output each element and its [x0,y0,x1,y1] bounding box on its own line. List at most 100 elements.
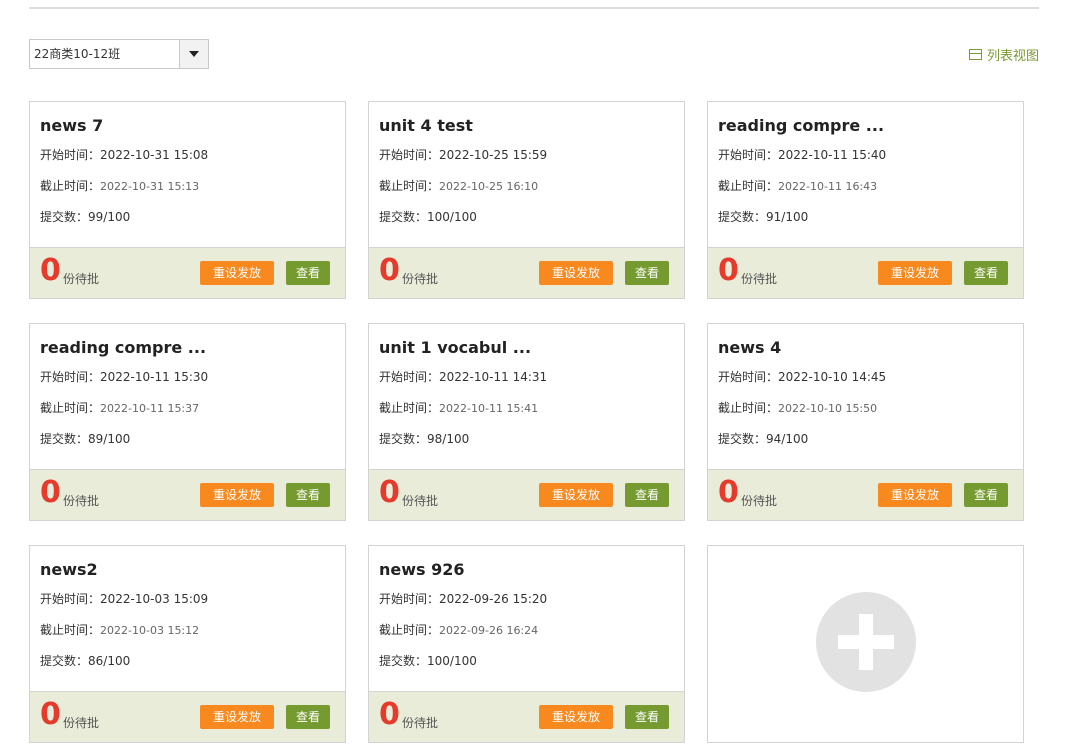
end-time-row: 截止时间：2022-10-31 15:13 [40,177,199,194]
start-time-label: 开始时间： [379,370,440,384]
end-time-label: 截止时间： [718,401,779,415]
pending-label: 份待批 [402,494,439,508]
submission-count-value: 86/100 [88,654,131,668]
reset-distribution-button[interactable]: 重设发放 [539,261,613,285]
end-time-value: 2022-10-11 15:37 [100,402,200,415]
view-button[interactable]: 查看 [625,261,669,285]
card-footer: 0 份待批 重设发放 查看 [369,469,684,520]
view-button[interactable]: 查看 [964,483,1008,507]
start-time-label: 开始时间： [718,370,779,384]
pending-count: 0 [379,697,400,732]
card-title[interactable]: unit 1 vocabul ... [379,338,531,357]
start-time-value: 2022-10-11 15:40 [778,148,887,162]
view-button[interactable]: 查看 [625,705,669,729]
start-time-row: 开始时间：2022-09-26 15:20 [379,590,547,607]
submission-count-label: 提交数： [40,432,89,446]
reset-distribution-button[interactable]: 重设发放 [539,483,613,507]
end-time-row: 截止时间：2022-10-11 16:43 [718,177,877,194]
assignment-card: reading compre ... 开始时间：2022-10-11 15:30… [29,323,346,521]
submission-count-row: 提交数：100/100 [379,208,477,225]
start-time-row: 开始时间：2022-10-25 15:59 [379,146,547,163]
reset-distribution-button[interactable]: 重设发放 [878,261,952,285]
submission-count-value: 99/100 [88,210,131,224]
start-time-row: 开始时间：2022-10-10 14:45 [718,368,886,385]
view-button[interactable]: 查看 [625,483,669,507]
end-time-row: 截止时间：2022-09-26 16:24 [379,621,538,638]
end-time-label: 截止时间： [40,179,101,193]
start-time-row: 开始时间：2022-10-31 15:08 [40,146,208,163]
start-time-label: 开始时间： [718,148,779,162]
submission-count-label: 提交数： [718,432,767,446]
start-time-label: 开始时间： [379,148,440,162]
list-view-link[interactable]: 列表视图 [968,45,1039,64]
add-assignment-card[interactable] [707,545,1024,743]
end-time-value: 2022-10-11 15:41 [439,402,539,415]
card-title[interactable]: news2 [40,560,98,579]
pending-label: 份待批 [402,272,439,286]
start-time-label: 开始时间： [40,592,101,606]
reset-distribution-button[interactable]: 重设发放 [200,483,274,507]
submission-count-label: 提交数： [40,210,89,224]
end-time-value: 2022-10-31 15:13 [100,180,200,193]
submission-count-label: 提交数： [379,432,428,446]
assignment-card: news 926 开始时间：2022-09-26 15:20 截止时间：2022… [368,545,685,743]
start-time-value: 2022-10-10 14:45 [778,370,887,384]
start-time-value: 2022-10-11 14:31 [439,370,548,384]
start-time-row: 开始时间：2022-10-03 15:09 [40,590,208,607]
card-title[interactable]: reading compre ... [40,338,206,357]
list-view-icon [968,48,982,60]
class-select-value: 22商类10-12班 [34,47,121,61]
triangle-down-icon [189,51,199,57]
reset-distribution-button[interactable]: 重设发放 [200,261,274,285]
view-button[interactable]: 查看 [286,705,330,729]
pending-label: 份待批 [741,272,778,286]
card-footer: 0 份待批 重设发放 查看 [369,691,684,742]
start-time-row: 开始时间：2022-10-11 15:30 [40,368,208,385]
card-footer: 0 份待批 重设发放 查看 [708,247,1023,298]
submission-count-label: 提交数： [718,210,767,224]
pending-count: 0 [379,253,400,288]
start-time-label: 开始时间： [40,148,101,162]
card-title[interactable]: unit 4 test [379,116,473,135]
pending-count: 0 [40,475,61,510]
card-title[interactable]: news 4 [718,338,781,357]
assignment-card: news2 开始时间：2022-10-03 15:09 截止时间：2022-10… [29,545,346,743]
end-time-label: 截止时间： [379,179,440,193]
pending-label: 份待批 [741,494,778,508]
pending-label: 份待批 [63,494,100,508]
reset-distribution-button[interactable]: 重设发放 [539,705,613,729]
view-button[interactable]: 查看 [286,261,330,285]
submission-count-value: 91/100 [766,210,809,224]
dropdown-arrow-button[interactable] [179,40,208,68]
start-time-row: 开始时间：2022-10-11 14:31 [379,368,547,385]
list-view-label: 列表视图 [986,48,1039,64]
end-time-label: 截止时间： [379,401,440,415]
start-time-value: 2022-10-03 15:09 [100,592,209,606]
class-select[interactable]: 22商类10-12班 [29,39,209,69]
reset-distribution-button[interactable]: 重设发放 [200,705,274,729]
start-time-value: 2022-10-25 15:59 [439,148,548,162]
end-time-value: 2022-09-26 16:24 [439,624,539,637]
end-time-row: 截止时间：2022-10-25 16:10 [379,177,538,194]
end-time-row: 截止时间：2022-10-11 15:41 [379,399,538,416]
card-footer: 0 份待批 重设发放 查看 [369,247,684,298]
pending-count: 0 [718,253,739,288]
assignment-card: news 7 开始时间：2022-10-31 15:08 截止时间：2022-1… [29,101,346,299]
view-button[interactable]: 查看 [964,261,1008,285]
start-time-label: 开始时间： [40,370,101,384]
end-time-label: 截止时间： [40,401,101,415]
submission-count-label: 提交数： [379,654,428,668]
assignment-card: unit 4 test 开始时间：2022-10-25 15:59 截止时间：2… [368,101,685,299]
reset-distribution-button[interactable]: 重设发放 [878,483,952,507]
view-button[interactable]: 查看 [286,483,330,507]
card-title[interactable]: news 7 [40,116,103,135]
end-time-row: 截止时间：2022-10-10 15:50 [718,399,877,416]
card-footer: 0 份待批 重设发放 查看 [30,469,345,520]
card-title[interactable]: news 926 [379,560,465,579]
submission-count-value: 98/100 [427,432,470,446]
end-time-value: 2022-10-10 15:50 [778,402,878,415]
submission-count-value: 100/100 [427,210,477,224]
card-title[interactable]: reading compre ... [718,116,884,135]
submission-count-row: 提交数：94/100 [718,430,808,447]
submission-count-label: 提交数： [379,210,428,224]
